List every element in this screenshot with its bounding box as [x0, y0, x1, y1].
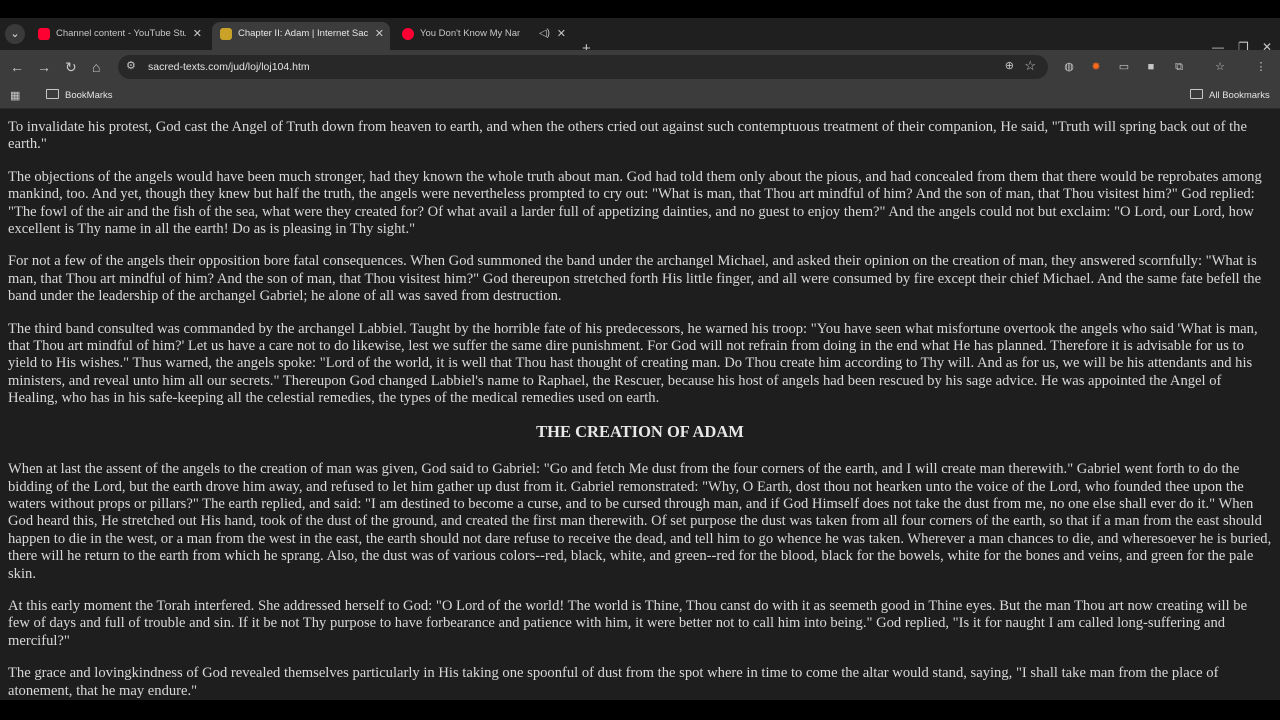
bookmark-star-icon[interactable]: ☆	[1024, 58, 1036, 74]
section-heading: THE CREATION OF ADAM	[536, 421, 744, 441]
youtube-music-icon	[402, 28, 414, 40]
paragraph: The third band consulted was commanded b…	[8, 320, 1258, 407]
all-bookmarks[interactable]: All Bookmarks	[1190, 84, 1270, 108]
apps-grid-icon[interactable]: ▦	[10, 89, 20, 102]
reload-icon[interactable]: ↻	[65, 59, 77, 75]
folder-icon	[1190, 89, 1203, 99]
paragraph: The grace and lovingkindness of God reve…	[8, 665, 1219, 699]
paragraph: For not a few of the angels their opposi…	[8, 253, 1262, 305]
browser-toolbar: ← → ↻ ⌂ ⚙ sacred-texts.com/jud/loj/loj10…	[0, 50, 1280, 84]
page-content: To invalidate his protest, God cast the …	[0, 109, 1280, 700]
all-bookmarks-label: All Bookmarks	[1209, 90, 1270, 101]
bookmarks-bar: ▦ BookMarks All Bookmarks	[0, 84, 1280, 109]
tab-title: Channel content - YouTube Studio	[56, 28, 186, 39]
back-icon[interactable]: ←	[10, 59, 24, 75]
extension-screen-icon[interactable]: ▭	[1117, 60, 1131, 74]
zoom-icon[interactable]: ⊕	[1005, 59, 1014, 72]
bookmark-folder-label: BookMarks	[65, 90, 113, 101]
screen-bottom-band	[0, 700, 1280, 720]
paragraph: At this early moment the Torah interfere…	[8, 597, 1248, 649]
close-icon[interactable]: ✕	[557, 22, 566, 46]
article-body: To invalidate his protest, God cast the …	[0, 109, 1280, 700]
book-icon	[220, 28, 232, 40]
speaker-icon[interactable]: ◁)	[539, 22, 550, 46]
menu-icon[interactable]: ⋮	[1254, 60, 1268, 74]
close-icon[interactable]: ✕	[375, 22, 384, 46]
paragraph: When at last the assent of the angels to…	[8, 461, 1272, 582]
paragraph: To invalidate his protest, God cast the …	[8, 119, 1247, 153]
url-text[interactable]: sacred-texts.com/jud/loj/loj104.htm	[148, 55, 310, 79]
tab-title: Chapter II: Adam | Internet Sacred Text …	[238, 28, 368, 39]
youtube-icon	[38, 28, 50, 40]
screen-top-band	[0, 0, 1280, 18]
site-info-icon[interactable]: ⚙	[126, 59, 136, 72]
tab-youtube-studio[interactable]: Channel content - YouTube Studio ✕	[30, 22, 208, 50]
tab-sacred-texts[interactable]: Chapter II: Adam | Internet Sacred Text …	[212, 22, 390, 50]
address-bar[interactable]: ⚙ sacred-texts.com/jud/loj/loj104.htm ⊕ …	[118, 55, 1048, 79]
bookmark-folder[interactable]: BookMarks	[46, 84, 113, 108]
tab-search-button[interactable]: ⌄	[5, 24, 25, 44]
folder-icon	[46, 89, 59, 99]
close-icon[interactable]: ✕	[193, 22, 202, 46]
forward-icon[interactable]: →	[37, 59, 51, 75]
tab-title: You Don't Know My Name	[420, 28, 520, 39]
tab-strip: ⌄ Channel content - YouTube Studio ✕ Cha…	[0, 18, 1280, 57]
home-icon[interactable]: ⌂	[92, 59, 100, 75]
reading-list-icon[interactable]: ☆	[1213, 60, 1227, 74]
extension-sun-icon[interactable]: ✸	[1089, 60, 1103, 74]
extensions-puzzle-icon[interactable]: ⧉	[1172, 60, 1186, 74]
extension-square-icon[interactable]: ■	[1144, 60, 1158, 74]
extension-globe-icon[interactable]: ◍	[1062, 60, 1076, 74]
paragraph: The objections of the angels would have …	[8, 168, 1262, 238]
tab-youtube-music[interactable]: You Don't Know My Name ◁) ✕	[394, 22, 572, 50]
